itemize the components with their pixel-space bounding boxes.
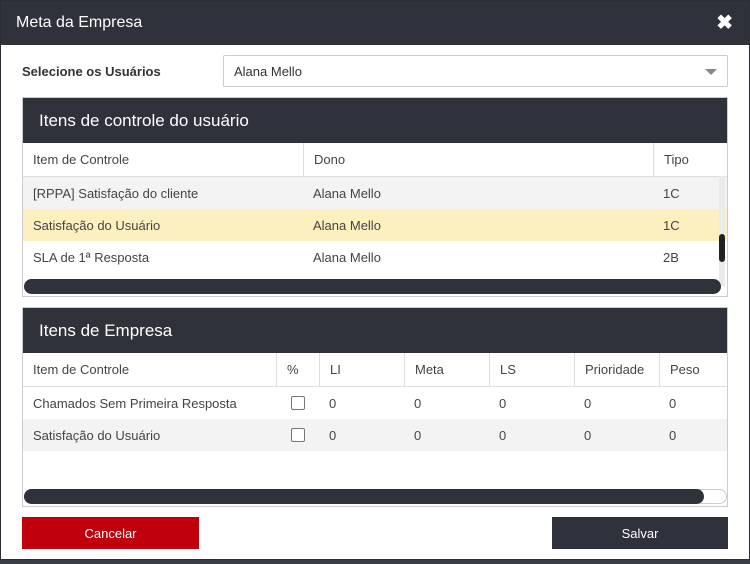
- cell-meta[interactable]: 0: [404, 428, 489, 443]
- dialog-title: Meta da Empresa: [16, 14, 143, 31]
- horizontal-scrollbar[interactable]: [24, 489, 704, 504]
- table-row[interactable]: Satisfação do Usuário 0 0 0 0 0: [23, 419, 727, 451]
- cell-owner: Alana Mello: [313, 185, 381, 201]
- percent-checkbox[interactable]: [290, 396, 305, 410]
- cell-weight[interactable]: 0: [659, 428, 719, 443]
- cell-li[interactable]: 0: [319, 396, 404, 411]
- table-row-selected[interactable]: Satisfação do Usuário Alana Mello 1C: [23, 209, 727, 241]
- user-items-header: Item de Controle Dono Tipo: [23, 143, 727, 177]
- cell-item: [RPPA] Satisfação do cliente: [33, 185, 199, 201]
- cell-type: 1C: [663, 217, 680, 233]
- column-header-priority[interactable]: Prioridade: [574, 353, 659, 386]
- cell-type: 1C: [663, 185, 680, 201]
- cell-percent: [276, 428, 319, 442]
- scrollbar-thumb[interactable]: [719, 234, 725, 262]
- cell-li[interactable]: 0: [319, 428, 404, 443]
- user-select-row: Selecione os Usuários Alana Mello: [22, 55, 728, 87]
- cell-type: 2B: [663, 249, 679, 265]
- cell-item: SLA de 1ª Resposta: [33, 249, 150, 265]
- column-header-item[interactable]: Item de Controle: [23, 143, 303, 176]
- user-items-title: Itens de controle do usuário: [23, 98, 727, 143]
- column-header-type[interactable]: Tipo: [653, 143, 721, 176]
- column-header-percent[interactable]: %: [276, 353, 319, 386]
- cell-owner: Alana Mello: [313, 217, 381, 233]
- column-header-ls[interactable]: LS: [489, 353, 574, 386]
- cell-priority[interactable]: 0: [574, 428, 659, 443]
- user-select-label: Selecione os Usuários: [22, 63, 161, 79]
- horizontal-scrollbar[interactable]: [24, 279, 721, 294]
- cell-priority[interactable]: 0: [574, 396, 659, 411]
- cell-item: Chamados Sem Primeira Resposta: [33, 395, 237, 411]
- table-row[interactable]: Chamados Sem Primeira Resposta 0 0 0 0 0: [23, 387, 727, 419]
- table-row[interactable]: [RPPA] Satisfação do cliente Alana Mello…: [23, 177, 727, 209]
- column-header-weight[interactable]: Peso: [659, 353, 719, 386]
- cell-item: Satisfação do Usuário: [33, 427, 161, 443]
- cancel-button[interactable]: Cancelar: [22, 517, 199, 549]
- vertical-scrollbar[interactable]: [719, 176, 725, 286]
- close-icon[interactable]: ✖: [716, 13, 733, 33]
- company-items-panel: Itens de Empresa Item de Controle % LI M…: [22, 307, 728, 507]
- cell-item: Satisfação do Usuário: [33, 217, 161, 233]
- column-header-owner[interactable]: Dono: [303, 143, 653, 176]
- user-items-panel: Itens de controle do usuário Item de Con…: [22, 97, 728, 297]
- cell-weight[interactable]: 0: [659, 396, 719, 411]
- percent-checkbox[interactable]: [290, 428, 305, 442]
- table-row[interactable]: SLA de 1ª Resposta Alana Mello 2B: [23, 241, 727, 273]
- cell-meta[interactable]: 0: [404, 396, 489, 411]
- chevron-down-icon: [705, 69, 717, 75]
- column-header-li[interactable]: LI: [319, 353, 404, 386]
- cell-percent: [276, 396, 319, 410]
- company-items-title: Itens de Empresa: [23, 308, 727, 353]
- dialog-header: Meta da Empresa ✖: [1, 1, 749, 45]
- column-header-meta[interactable]: Meta: [404, 353, 489, 386]
- save-button[interactable]: Salvar: [552, 517, 728, 549]
- user-select-value: Alana Mello: [234, 63, 302, 79]
- cell-ls[interactable]: 0: [489, 396, 574, 411]
- company-items-header: Item de Controle % LI Meta LS Prioridade…: [23, 353, 727, 387]
- cell-owner: Alana Mello: [313, 249, 381, 265]
- cell-ls[interactable]: 0: [489, 428, 574, 443]
- column-header-item[interactable]: Item de Controle: [23, 353, 276, 386]
- user-select-dropdown[interactable]: Alana Mello: [223, 55, 728, 87]
